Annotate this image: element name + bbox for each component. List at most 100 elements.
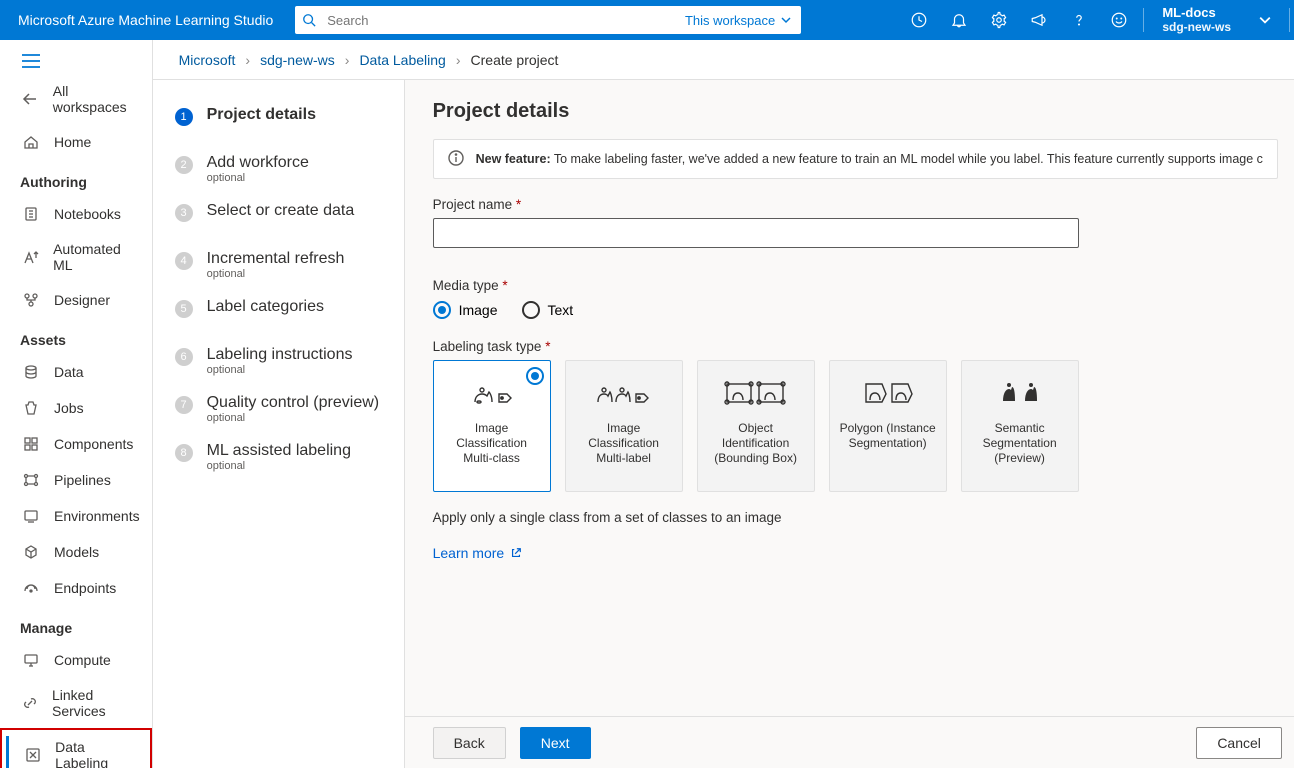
sidebar-item-designer[interactable]: Designer [0,282,152,318]
external-link-icon [510,547,522,559]
sidebar-item-home[interactable]: Home [0,124,152,160]
sidebar-item-models[interactable]: Models [0,534,152,570]
task-card-label: Object Identification (Bounding Box) [706,421,806,466]
sidebar-item-automl[interactable]: Automated ML [0,232,152,282]
task-card-semantic[interactable]: Semantic Segmentation (Preview) [961,360,1079,492]
radio-label: Image [459,302,498,318]
wizard-step-8[interactable]: 8ML assisted labelingoptional [175,438,390,476]
wizard-step-optional: optional [207,412,380,424]
wizard-step-title: Label categories [207,298,324,316]
models-icon [22,543,40,561]
sidebar-item-label: Jobs [54,400,84,416]
cancel-button[interactable]: Cancel [1196,727,1282,759]
back-button[interactable]: Back [433,727,506,759]
bell-icon[interactable] [939,0,979,40]
wizard-step-optional: optional [207,364,353,376]
sidebar-item-pipelines[interactable]: Pipelines [0,462,152,498]
multiclass-icon [469,375,515,411]
wizard-step-1[interactable]: 1Project details [175,102,390,130]
account-chevron-icon[interactable] [1245,0,1285,40]
sidebar-item-label: Data [54,364,84,380]
breadcrumb-link[interactable]: Microsoft [179,52,236,68]
sidebar-item-data[interactable]: Data [0,354,152,390]
task-card-label: Image Classification Multi-class [442,421,542,466]
project-name-label: Project name * [433,197,1278,212]
link-icon [22,694,38,712]
banner-strong: New feature: [476,152,551,166]
bbox-icon [723,375,789,411]
search-scope-dropdown[interactable]: This workspace [675,13,801,28]
back-arrow-icon [22,90,39,108]
all-workspaces-link[interactable]: All workspaces [0,74,152,124]
sidebar-item-label: Endpoints [54,580,116,596]
all-workspaces-label: All workspaces [53,83,140,115]
task-type-label: Labeling task type * [433,339,1278,354]
account-workspace: sdg-new-ws [1162,21,1231,35]
breadcrumb: Microsoft› sdg-new-ws› Data Labeling› Cr… [153,40,1294,80]
info-icon [448,150,466,168]
sidebar-item-label: Pipelines [54,472,111,488]
wizard-step-5[interactable]: 5Label categories [175,294,390,322]
sidebar-item-components[interactable]: Components [0,426,152,462]
media-type-text-radio[interactable]: Text [522,301,574,319]
help-icon[interactable] [1059,0,1099,40]
search-input[interactable] [323,13,675,28]
chevron-down-icon [781,15,791,25]
learn-more-label: Learn more [433,545,505,561]
sidebar-item-linked-services[interactable]: Linked Services [0,678,152,728]
data-icon [22,363,40,381]
sidebar-item-label: Notebooks [54,206,121,222]
clock-icon[interactable] [899,0,939,40]
wizard-step-2[interactable]: 2Add workforceoptional [175,150,390,188]
sidebar-item-environments[interactable]: Environments [0,498,152,534]
next-button[interactable]: Next [520,727,591,759]
task-card-bounding-box[interactable]: Object Identification (Bounding Box) [697,360,815,492]
sidebar-item-label: Models [54,544,99,560]
task-card-multiclass[interactable]: Image Classification Multi-class [433,360,551,492]
search-box[interactable]: This workspace [295,6,801,34]
wizard-footer: Back Next Cancel [405,716,1294,768]
wizard-step-3[interactable]: 3Select or create data [175,198,390,226]
account-switcher[interactable]: ML-docs sdg-new-ws [1148,6,1245,35]
page-title: Project details [433,100,1278,123]
home-icon [22,133,40,151]
sidebar-item-data-labeling[interactable]: Data Labeling [0,728,152,768]
task-help-text: Apply only a single class from a set of … [433,510,1278,525]
wizard-step-optional: optional [207,268,345,280]
new-feature-banner: New feature: To make labeling faster, we… [433,139,1278,179]
sidebar: All workspaces Home Authoring Notebooks … [0,40,153,768]
sidebar-item-jobs[interactable]: Jobs [0,390,152,426]
wizard-step-title: Select or create data [207,202,355,220]
task-card-multilabel[interactable]: Image Classification Multi-label [565,360,683,492]
components-icon [22,435,40,453]
sidebar-item-label: Automated ML [53,241,140,273]
wizard-step-7[interactable]: 7Quality control (preview)optional [175,390,390,428]
wizard-step-title: Incremental refresh [207,250,345,268]
megaphone-icon[interactable] [1019,0,1059,40]
wizard-step-6[interactable]: 6Labeling instructionsoptional [175,342,390,380]
feedback-icon[interactable] [1099,0,1139,40]
compute-icon [22,651,40,669]
sidebar-item-endpoints[interactable]: Endpoints [0,570,152,606]
sidebar-item-notebooks[interactable]: Notebooks [0,196,152,232]
wizard-step-4[interactable]: 4Incremental refreshoptional [175,246,390,284]
media-type-image-radio[interactable]: Image [433,301,498,319]
hamburger-button[interactable] [0,48,152,74]
labeling-icon [24,746,41,764]
task-card-polygon[interactable]: Polygon (Instance Segmentation) [829,360,947,492]
breadcrumb-link[interactable]: sdg-new-ws [260,52,335,68]
automl-icon [22,248,39,266]
search-icon [295,13,323,27]
breadcrumb-link[interactable]: Data Labeling [359,52,445,68]
brand-label: Microsoft Azure Machine Learning Studio [0,12,291,28]
sidebar-item-compute[interactable]: Compute [0,642,152,678]
gear-icon[interactable] [979,0,1019,40]
sidebar-item-label: Components [54,436,133,452]
sidebar-item-label: Linked Services [52,687,140,719]
project-name-input[interactable] [433,218,1079,248]
task-card-label: Polygon (Instance Segmentation) [838,421,938,451]
banner-text: To make labeling faster, we've added a n… [551,152,1263,166]
learn-more-link[interactable]: Learn more [433,545,523,561]
sidebar-item-label: Designer [54,292,110,308]
task-card-label: Image Classification Multi-label [574,421,674,466]
